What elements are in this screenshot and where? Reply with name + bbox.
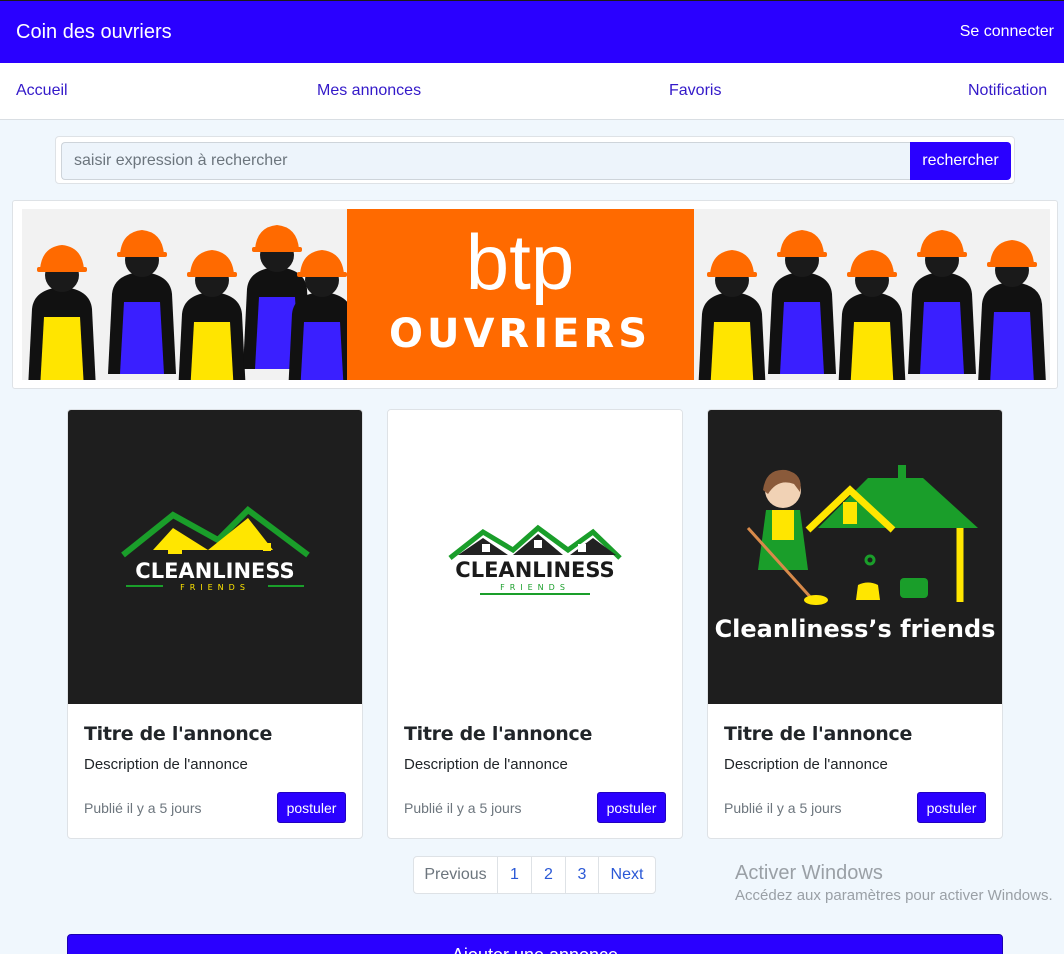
listing-card[interactable]: CLEANLINESS FRIENDS Titre de l'annonce D… xyxy=(67,409,363,839)
pagination: Previous 1 2 3 Next xyxy=(413,856,656,894)
card-logo-sub: FRIENDS xyxy=(180,583,250,592)
login-link[interactable]: Se connecter xyxy=(960,23,1054,41)
windows-watermark-subtitle: Accédez aux paramètres pour activer Wind… xyxy=(735,887,1053,904)
pagination-page-1[interactable]: 1 xyxy=(497,856,532,894)
card-date: Publié il y a 5 jours xyxy=(404,800,522,816)
card-logo-text: Cleanliness’s friends xyxy=(715,615,996,643)
banner-image: btp OUVRIERS xyxy=(22,209,1050,380)
listing-card[interactable]: CLEANLINESS FRIENDS Titre de l'annonce D… xyxy=(387,409,683,839)
listing-card[interactable]: Cleanliness’s friends Titre de l'annonce… xyxy=(707,409,1003,839)
banner-subtitle: OUVRIERS xyxy=(389,311,651,357)
pagination-page-3[interactable]: 3 xyxy=(565,856,599,894)
card-image: CLEANLINESS FRIENDS xyxy=(68,410,362,704)
banner-title: btp xyxy=(466,218,574,306)
search-input[interactable] xyxy=(61,142,911,180)
card-title: Titre de l'annonce xyxy=(404,723,593,745)
nav-item-favoris[interactable]: Favoris xyxy=(669,82,721,100)
nav-item-notification[interactable]: Notification xyxy=(968,82,1047,100)
card-image: CLEANLINESS FRIENDS xyxy=(388,410,682,704)
top-navbar: Coin des ouvriers Se connecter xyxy=(0,0,1064,63)
card-image: Cleanliness’s friends xyxy=(708,410,1002,704)
search-bar: rechercher xyxy=(55,136,1015,184)
search-button[interactable]: rechercher xyxy=(910,142,1011,180)
card-date: Publié il y a 5 jours xyxy=(724,800,842,816)
brand-title[interactable]: Coin des ouvriers xyxy=(16,21,172,44)
card-date: Publié il y a 5 jours xyxy=(84,800,202,816)
apply-button[interactable]: postuler xyxy=(277,792,346,823)
hero-banner: btp OUVRIERS xyxy=(12,200,1058,389)
apply-button[interactable]: postuler xyxy=(917,792,986,823)
card-logo-sub: FRIENDS xyxy=(500,583,570,592)
apply-button[interactable]: postuler xyxy=(597,792,666,823)
windows-watermark-title: Activer Windows xyxy=(735,862,883,884)
add-listing-button[interactable]: Ajouter une annonce xyxy=(67,934,1003,954)
nav-item-accueil[interactable]: Accueil xyxy=(16,82,68,100)
card-title: Titre de l'annonce xyxy=(84,723,273,745)
card-logo-text: CLEANLINESS xyxy=(135,559,294,583)
pagination-next[interactable]: Next xyxy=(598,856,656,894)
card-description: Description de l'annonce xyxy=(724,756,888,773)
card-description: Description de l'annonce xyxy=(404,756,568,773)
pagination-page-2[interactable]: 2 xyxy=(531,856,566,894)
card-logo-text: CLEANLINESS xyxy=(455,558,614,582)
card-description: Description de l'annonce xyxy=(84,756,248,773)
card-title: Titre de l'annonce xyxy=(724,723,913,745)
pagination-previous[interactable]: Previous xyxy=(413,856,498,894)
nav-item-mes-annonces[interactable]: Mes annonces xyxy=(317,82,421,100)
main-nav: Accueil Mes annonces Favoris Notificatio… xyxy=(0,63,1064,120)
